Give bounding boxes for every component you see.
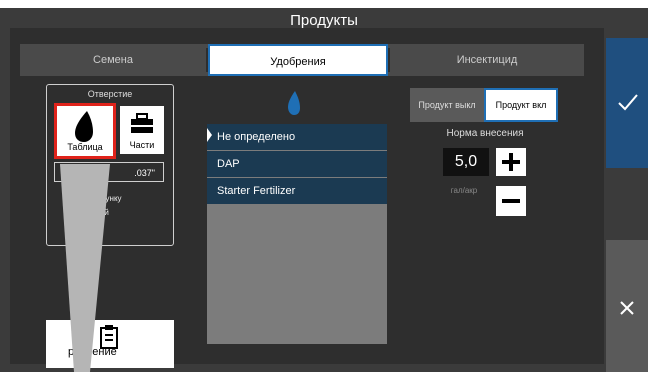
pointer-beam-overlay bbox=[60, 164, 110, 372]
